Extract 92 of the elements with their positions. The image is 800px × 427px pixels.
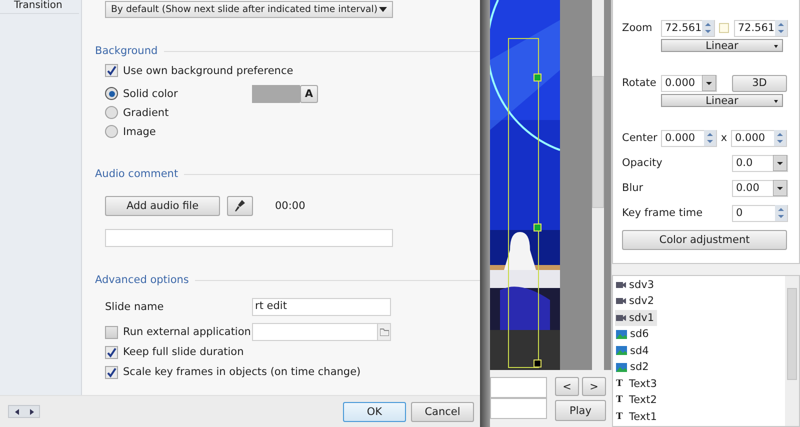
radio-label: Image (123, 126, 156, 138)
property-label: Zoom (622, 22, 654, 34)
nav-button[interactable]: < (555, 377, 579, 396)
dialog-button[interactable]: OK (343, 402, 406, 422)
property-label: Center (622, 132, 658, 144)
list-item[interactable]: sd6 (615, 326, 652, 342)
list-item[interactable]: sdv3 (615, 276, 658, 293)
camera-icon (616, 280, 626, 289)
audio-path-field[interactable] (105, 229, 393, 247)
dropdown-arrow-icon (379, 7, 387, 12)
text-field[interactable] (490, 398, 547, 419)
list-item[interactable]: T Text2 (615, 392, 660, 408)
play-button[interactable]: Play (555, 400, 606, 421)
list-item[interactable]: sd2 (615, 359, 652, 376)
page-nav[interactable] (8, 405, 40, 418)
image-icon (616, 362, 627, 372)
text-icon: T (616, 412, 626, 422)
number-field[interactable]: 72.561 (661, 20, 716, 36)
checkbox-label: Scale key frames in objects (on time change) (123, 366, 361, 378)
color-swatch[interactable] (252, 85, 300, 103)
sidebar-item[interactable]: Transition (0, 0, 79, 14)
field-label: Slide name (105, 301, 165, 313)
list-item[interactable]: T Text1 (615, 408, 660, 425)
number-field[interactable]: 0.000 (731, 130, 787, 146)
section-title: Advanced options (95, 274, 189, 286)
list-item[interactable]: sdv2 (615, 293, 658, 310)
checkbox-label: Keep full slide duration (123, 346, 244, 358)
nav-button[interactable]: > (582, 377, 606, 396)
spinner-icon (704, 130, 716, 146)
dropdown-arrow-icon (773, 180, 787, 196)
list-item[interactable]: T Text3 (615, 376, 660, 392)
dialog-button[interactable]: Cancel (411, 402, 474, 422)
dropdown-arrow-icon (774, 45, 778, 48)
image-icon (616, 330, 627, 339)
camera-icon (616, 314, 626, 322)
color-adjustment-button[interactable]: Color adjustment (622, 230, 787, 250)
text-icon: T (616, 378, 626, 389)
folder-icon (380, 328, 388, 336)
interpolation-dropdown[interactable]: Linear (661, 39, 783, 52)
spinner-icon (774, 20, 787, 36)
list-item[interactable]: sdv1 (615, 310, 658, 326)
checkbox-label: Use own background preference (123, 64, 294, 76)
three-d-button[interactable]: 3D (732, 74, 787, 92)
dropdown-arrow-icon (702, 75, 716, 91)
link-checkbox[interactable] (719, 23, 729, 33)
dropdown-field[interactable]: 0.000 (661, 74, 717, 92)
checkbox[interactable] (105, 326, 118, 338)
image-icon (616, 346, 627, 356)
microphone-icon (235, 200, 245, 212)
scrollbar[interactable] (592, 0, 604, 370)
spinner-icon (775, 205, 787, 221)
property-label: Opacity (622, 157, 662, 169)
section-title: Audio comment (95, 168, 178, 180)
number-field[interactable]: 0 (732, 204, 788, 222)
camera-icon (616, 297, 626, 306)
checkbox[interactable] (105, 366, 118, 378)
audio-time: 00:00 (275, 200, 306, 212)
checkbox[interactable] (105, 346, 118, 358)
number-field[interactable]: 0.000 (661, 130, 717, 146)
text-icon: T (616, 395, 626, 406)
interpolation-dropdown[interactable]: Linear (661, 94, 783, 107)
add-audio-button[interactable]: Add audio file (105, 196, 220, 216)
number-field[interactable]: 72.561 (734, 20, 788, 36)
left-arrow-icon (14, 408, 18, 414)
spinner-icon (774, 130, 786, 146)
property-label: Rotate (622, 77, 658, 89)
dropdown-field[interactable]: 0.0 (732, 154, 788, 172)
dropdown-arrow-icon (774, 100, 778, 103)
separator-label: x (720, 132, 728, 144)
file-path-field[interactable] (252, 323, 391, 341)
checkbox[interactable] (105, 64, 118, 77)
scrollbar[interactable] (785, 276, 799, 426)
color-picker-button[interactable]: A (300, 85, 318, 103)
dropdown-arrow-icon (773, 155, 787, 171)
list-item[interactable]: sd4 (615, 342, 652, 359)
spinner-icon (702, 20, 714, 36)
transition-dropdown[interactable]: By default (Show next slide after indicated time interval) (105, 1, 393, 18)
dropdown-field[interactable]: 0.00 (732, 180, 788, 196)
right-arrow-icon (30, 408, 34, 414)
text-field[interactable] (490, 377, 547, 398)
radio-button[interactable] (105, 87, 118, 100)
slide-name-field[interactable]: rt edit (252, 298, 391, 316)
property-label: Blur (622, 182, 644, 194)
property-label: Key frame time (622, 207, 703, 219)
radio-button[interactable] (105, 125, 118, 138)
radio-button[interactable] (105, 106, 118, 119)
radio-label: Gradient (123, 106, 169, 118)
section-title: Background (95, 45, 158, 57)
radio-label: Solid color (123, 88, 178, 100)
browse-button[interactable] (377, 324, 390, 340)
record-button[interactable] (227, 196, 253, 216)
checkbox-label: Run external application (123, 326, 251, 338)
